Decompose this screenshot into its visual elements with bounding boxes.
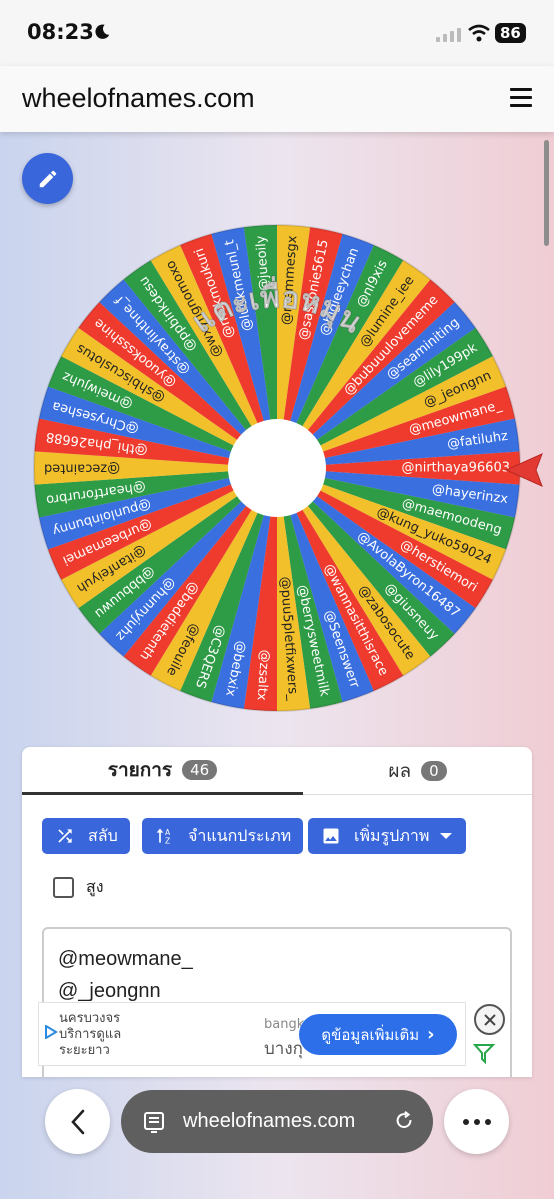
entries-count-badge: 46 bbox=[182, 759, 218, 780]
sort-button[interactable]: A Z จำแนกประเภท bbox=[142, 818, 304, 854]
tab-entries[interactable]: รายการ 46 bbox=[22, 747, 303, 795]
tab-entries-label: รายการ bbox=[107, 758, 173, 781]
tab-results[interactable]: ผล 0 bbox=[303, 747, 532, 795]
ad-brand-icon bbox=[472, 1044, 496, 1065]
address-bar[interactable]: wheelofnames.com bbox=[121, 1090, 433, 1153]
wifi-icon bbox=[468, 24, 490, 42]
wheel[interactable]: @nirthaya96603 @hayerinzx @maemoodeng @kung… bbox=[32, 223, 522, 713]
wheel-pointer bbox=[504, 453, 543, 487]
sort-icon: A Z bbox=[156, 828, 171, 846]
wheel-entry-label: @nirthaya96603 bbox=[401, 461, 510, 476]
ad-text-line: นครบวงจร bbox=[59, 1011, 121, 1026]
shuffle-button[interactable]: สลับ bbox=[42, 818, 130, 854]
svg-text:Z: Z bbox=[165, 837, 170, 846]
tab-results-label: ผล bbox=[388, 759, 412, 782]
site-header: wheelofnames.com bbox=[0, 66, 554, 132]
edit-button[interactable] bbox=[22, 153, 73, 204]
more-dot-icon bbox=[473, 1118, 480, 1125]
ad-text-line: ระยะยาว bbox=[59, 1043, 110, 1058]
image-icon bbox=[323, 828, 339, 844]
wheel-center bbox=[228, 419, 326, 517]
advanced-option[interactable]: สูง bbox=[53, 875, 104, 900]
ad-subtitle: บางกุ bbox=[264, 1039, 303, 1059]
more-dot-icon bbox=[462, 1118, 469, 1125]
ad-text: นครบวงจร บริการดูแล ระยะยาว bbox=[59, 1011, 121, 1059]
site-title[interactable]: wheelofnames.com bbox=[22, 83, 255, 114]
ad-learn-more-button[interactable]: ดูข้อมูลเพิ่มเติม › bbox=[299, 1014, 457, 1055]
shuffle-label: สลับ bbox=[88, 825, 118, 845]
signal-icon bbox=[436, 28, 461, 42]
status-time: 08:23 bbox=[27, 20, 94, 44]
ad-domain: bangk bbox=[264, 1017, 305, 1032]
hamburger-menu-icon[interactable] bbox=[510, 88, 532, 108]
ad-banner[interactable]: นครบวงจร บริการดูแล ระยะยาว bangk บางกุ … bbox=[38, 1002, 466, 1066]
adchoices-icon[interactable] bbox=[44, 1025, 58, 1039]
browser-toolbar: wheelofnames.com bbox=[0, 1080, 554, 1199]
ad-text-line: บริการดูแล bbox=[59, 1027, 122, 1042]
ad-cta-label: ดูข้อมูลเพิ่มเติม bbox=[321, 1025, 420, 1044]
shuffle-icon bbox=[58, 829, 72, 843]
battery-indicator: 86 bbox=[495, 23, 526, 43]
entry-line: @meowmane_ bbox=[58, 948, 193, 970]
wheel-graphic[interactable]: @nirthaya96603@hayerinzx@maemoodeng@kung… bbox=[32, 223, 522, 713]
results-count-badge: 0 bbox=[421, 760, 447, 781]
wheel-entry-label: @zecainted bbox=[44, 461, 120, 476]
advanced-label: สูง bbox=[86, 877, 104, 896]
advanced-checkbox[interactable] bbox=[53, 877, 74, 898]
address-text: wheelofnames.com bbox=[183, 1110, 356, 1132]
add-image-label: เพิ่มรูปภาพ bbox=[354, 825, 430, 845]
close-icon bbox=[483, 1013, 496, 1026]
ad-close-button[interactable] bbox=[474, 1004, 505, 1035]
tab-layout-icon bbox=[144, 1111, 164, 1133]
more-options-button[interactable] bbox=[444, 1089, 509, 1154]
pencil-icon bbox=[39, 170, 56, 187]
reload-icon[interactable] bbox=[393, 1110, 415, 1132]
add-image-button[interactable]: เพิ่มรูปภาพ bbox=[308, 818, 466, 854]
sort-label: จำแนกประเภท bbox=[188, 825, 292, 845]
back-button[interactable] bbox=[45, 1089, 110, 1154]
page-scrollbar[interactable] bbox=[544, 140, 549, 246]
more-dot-icon bbox=[484, 1118, 491, 1125]
chevron-right-icon: › bbox=[427, 1024, 435, 1045]
moon-icon bbox=[95, 24, 110, 39]
chevron-left-icon bbox=[70, 1109, 84, 1134]
status-bar: 08:23 86 bbox=[0, 0, 554, 66]
caret-down-icon bbox=[440, 833, 453, 839]
